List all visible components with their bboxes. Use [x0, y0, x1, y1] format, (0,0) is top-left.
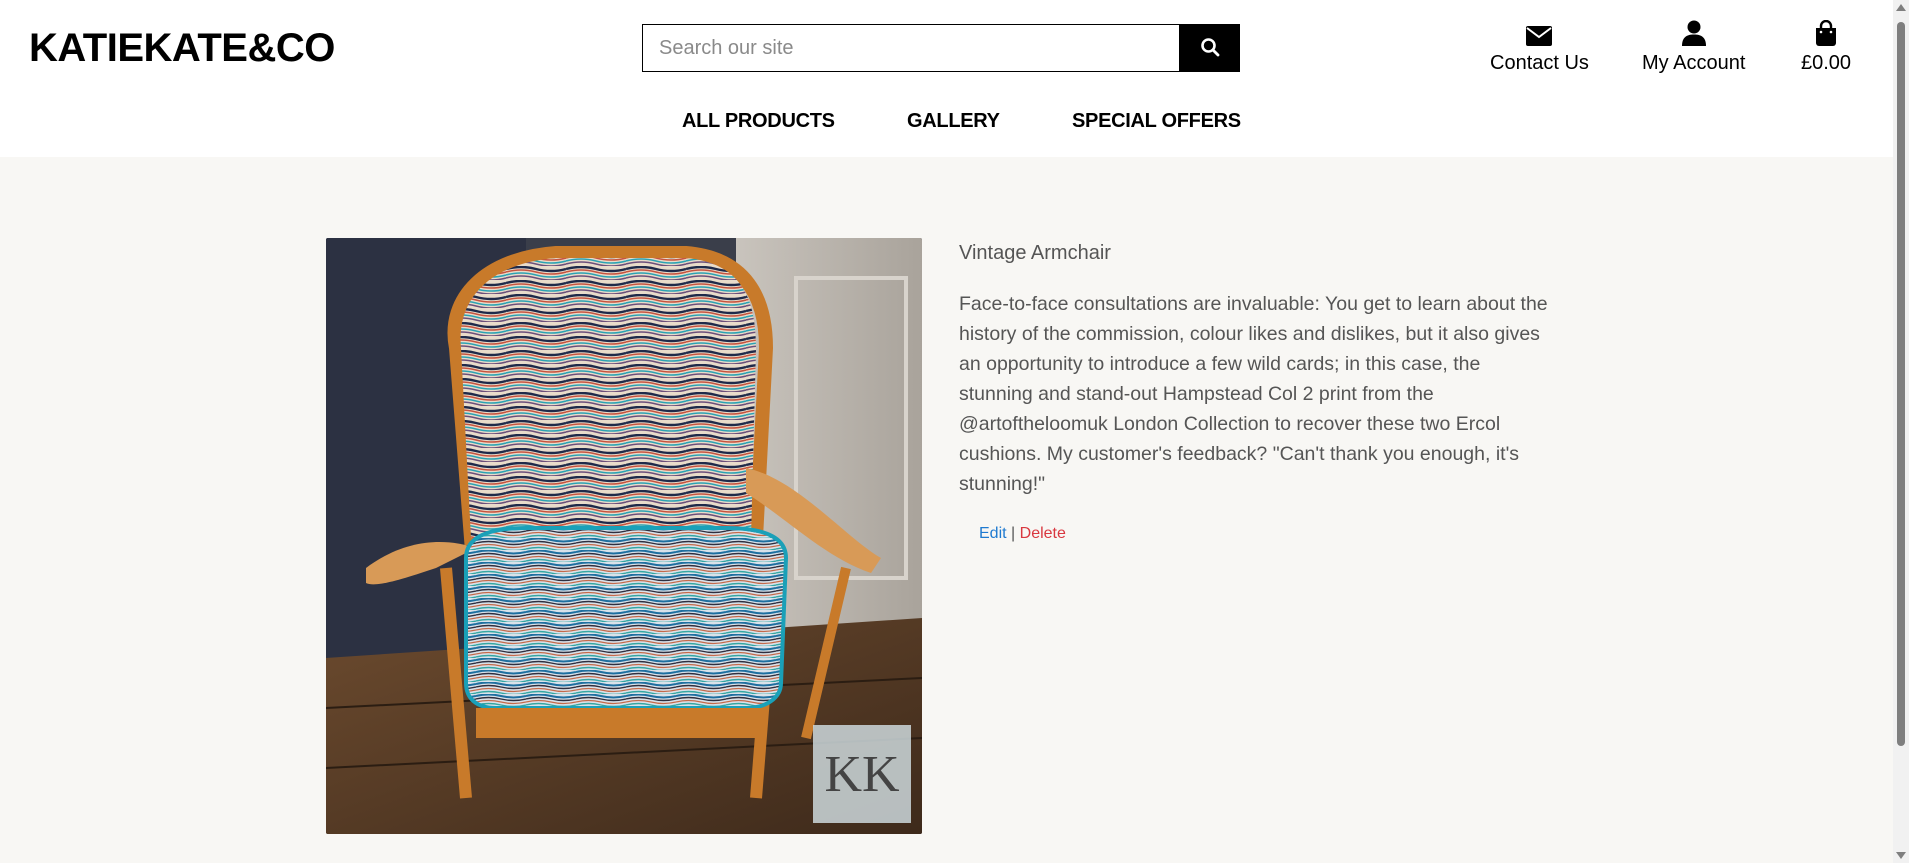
search-icon: [1200, 37, 1220, 60]
nav-gallery[interactable]: GALLERY: [907, 110, 1000, 133]
product-image: KK: [326, 238, 922, 834]
shopping-bag-icon: [1815, 18, 1837, 46]
watermark-logo: KK: [824, 746, 900, 803]
search-button[interactable]: [1179, 24, 1240, 72]
page-scrollbar[interactable]: [1893, 0, 1909, 863]
scroll-down-arrow[interactable]: [1896, 852, 1906, 859]
contact-us-link[interactable]: Contact Us: [1490, 18, 1589, 75]
cart-link[interactable]: £0.00: [1801, 18, 1851, 75]
envelope-icon: [1526, 18, 1553, 46]
my-account-link[interactable]: My Account: [1642, 18, 1745, 75]
edit-link[interactable]: Edit: [979, 525, 1007, 542]
delete-link[interactable]: Delete: [1020, 525, 1066, 542]
scroll-thumb[interactable]: [1897, 22, 1905, 746]
main-nav: ALL PRODUCTS GALLERY SPECIAL OFFERS: [0, 110, 1893, 138]
product-description: Face-to-face consultations are invaluabl…: [959, 293, 1548, 495]
product-title: Vintage Armchair: [959, 242, 1111, 264]
nav-all-products[interactable]: ALL PRODUCTS: [682, 110, 835, 133]
search-input[interactable]: [642, 24, 1179, 72]
search-form: [642, 24, 1240, 72]
cart-total: £0.00: [1801, 52, 1852, 74]
my-account-label: My Account: [1642, 52, 1746, 74]
actions-separator: |: [1011, 525, 1016, 542]
contact-us-label: Contact Us: [1490, 52, 1589, 74]
scroll-up-arrow[interactable]: [1896, 4, 1906, 11]
site-header: KATIEKATE&CO Contact Us: [0, 0, 1893, 157]
product-actions: Edit | Delete: [979, 525, 1066, 543]
brand-logo[interactable]: KATIEKATE&CO: [29, 24, 335, 72]
nav-special-offers[interactable]: SPECIAL OFFERS: [1072, 110, 1241, 133]
user-icon: [1681, 18, 1706, 46]
